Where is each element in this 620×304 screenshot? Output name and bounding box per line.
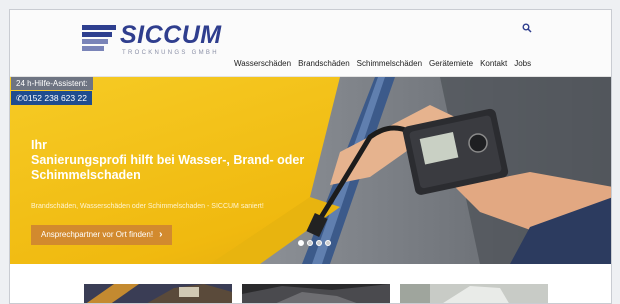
brand-name: SICCUM	[120, 21, 222, 49]
find-contact-button[interactable]: Ansprechpartner vor Ort finden! ›	[31, 225, 173, 245]
slider-dot-4[interactable]	[325, 240, 331, 246]
hero-title-line1: Ihr	[31, 138, 47, 152]
nav-item-schimmelschaeden[interactable]: Schimmelschäden	[357, 59, 422, 68]
teaser-image-2[interactable]	[242, 284, 390, 304]
hero-title: Ihr Sanierungsprofi hilft bei Wasser-, B…	[31, 138, 331, 183]
logo-stripes-icon	[82, 25, 116, 51]
nav-item-brandschaeden[interactable]: Brandschäden	[298, 59, 350, 68]
slider-dot-2[interactable]	[307, 240, 313, 246]
assistant-phone-link[interactable]: ✆0152 238 623 22	[11, 91, 92, 105]
teaser-image-3[interactable]	[400, 284, 548, 304]
main-navigation: Wasserschäden Brandschäden Schimmelschäd…	[234, 59, 538, 68]
hero-slider: 24 h-Hilfe-Assistent: ✆0152 238 623 22 I…	[10, 77, 611, 264]
brand-tagline: TROCKNUNGS GMBH	[122, 50, 219, 56]
slider-pagination	[298, 240, 331, 246]
nav-item-jobs[interactable]: Jobs	[514, 59, 531, 68]
find-contact-button-label: Ansprechpartner vor Ort finden!	[41, 230, 154, 239]
assistant-label: 24 h-Hilfe-Assistent:	[11, 77, 93, 90]
chevron-right-icon: ›	[159, 229, 163, 240]
search-icon[interactable]	[522, 23, 532, 33]
hero-subtitle: Brandschäden, Wasserschäden oder Schimme…	[31, 203, 264, 210]
nav-item-geraetemiete[interactable]: Gerätemiete	[429, 59, 473, 68]
nav-item-kontakt[interactable]: Kontakt	[480, 59, 507, 68]
nav-item-wasserschaeden[interactable]: Wasserschäden	[234, 59, 291, 68]
hero-title-line2: Sanierungsprofi hilft bei Wasser-, Brand…	[31, 153, 305, 182]
assistant-phone-number: 0152 238 623 22	[23, 93, 87, 103]
teaser-image-1[interactable]	[84, 284, 232, 304]
browser-page: SICCUM TROCKNUNGS GMBH Wasserschäden Bra…	[9, 9, 612, 304]
site-header: SICCUM TROCKNUNGS GMBH Wasserschäden Bra…	[10, 10, 611, 77]
slider-dot-1[interactable]	[298, 240, 304, 246]
slider-dot-3[interactable]	[316, 240, 322, 246]
